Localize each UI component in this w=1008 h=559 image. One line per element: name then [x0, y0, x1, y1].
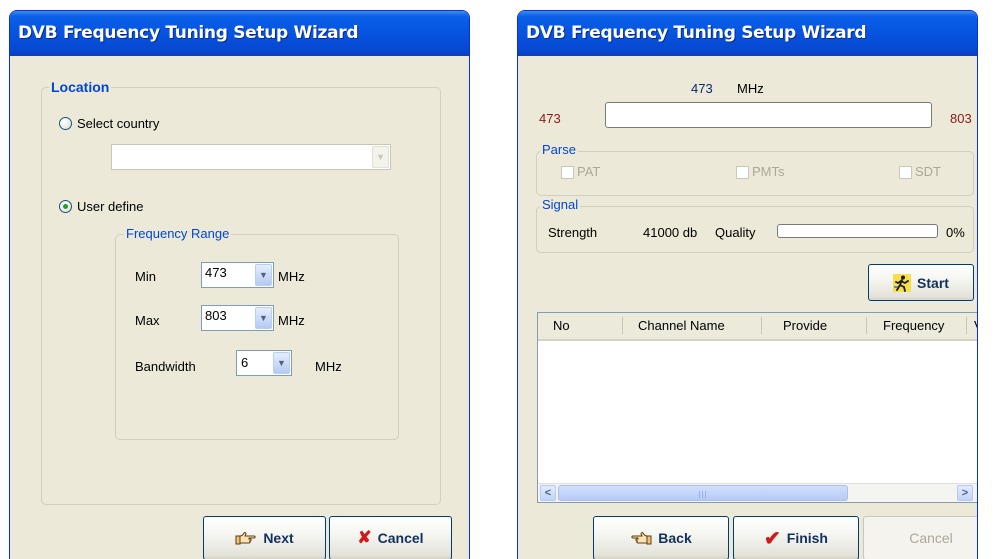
- next-label: Next: [263, 530, 294, 546]
- window-title: DVB Frequency Tuning Setup Wizard: [526, 23, 867, 43]
- quality-label: Quality: [715, 225, 756, 240]
- current-frequency: 473: [691, 81, 713, 96]
- red-check-icon: ✔: [764, 527, 781, 550]
- chevron-down-icon[interactable]: ▼: [255, 307, 272, 329]
- strength-label: Strength: [548, 225, 598, 240]
- column-header-no[interactable]: No: [553, 318, 570, 333]
- column-header-v[interactable]: V: [974, 318, 977, 333]
- strength-value: 41000 db: [643, 225, 698, 240]
- bandwidth-unit: MHz: [315, 359, 342, 374]
- title-bar: DVB Frequency Tuning Setup Wizard: [518, 11, 977, 56]
- max-frequency-select[interactable]: 803 ▼: [201, 305, 274, 331]
- pmts-checkbox[interactable]: [736, 166, 749, 179]
- cancel-label: Cancel: [909, 530, 953, 546]
- select-country-radio[interactable]: [59, 117, 72, 130]
- cancel-button[interactable]: ✘ Cancel: [329, 516, 452, 559]
- range-max-label: 803: [950, 111, 972, 126]
- start-button[interactable]: Start: [868, 264, 974, 301]
- quality-bar: [777, 224, 938, 238]
- next-button[interactable]: Next: [203, 516, 326, 559]
- max-label: Max: [135, 313, 160, 328]
- frequency-range-legend: Frequency Range: [124, 226, 232, 241]
- column-header-frequency[interactable]: Frequency: [883, 318, 944, 333]
- chevron-down-icon[interactable]: ▼: [273, 352, 290, 374]
- setup-wizard-window-scan: DVB Frequency Tuning Setup Wizard 473 MH…: [517, 10, 978, 559]
- pointing-hand-left-icon: [631, 532, 652, 545]
- finish-button[interactable]: ✔ Finish: [733, 516, 859, 559]
- sdt-checkbox[interactable]: [899, 166, 912, 179]
- min-label: Min: [135, 269, 156, 284]
- title-bar: DVB Frequency Tuning Setup Wizard: [10, 11, 469, 56]
- cancel-label: Cancel: [377, 530, 424, 546]
- red-x-icon: ✘: [357, 528, 372, 547]
- pat-label: PAT: [577, 164, 601, 179]
- channel-list-header: No Channel Name Provide Frequency V: [538, 313, 977, 341]
- start-label: Start: [917, 274, 949, 291]
- back-button[interactable]: Back: [593, 516, 729, 559]
- scroll-thumb[interactable]: |||: [558, 485, 848, 501]
- select-country-label[interactable]: Select country: [77, 116, 159, 131]
- sdt-label: SDT: [915, 164, 941, 179]
- min-unit: MHz: [278, 269, 305, 284]
- country-select[interactable]: ▼: [111, 144, 391, 170]
- cancel-button-disabled[interactable]: Cancel: [863, 516, 977, 559]
- range-min-label: 473: [539, 111, 561, 126]
- pmts-label: PMTs: [752, 164, 785, 179]
- bandwidth-select[interactable]: 6 ▼: [236, 350, 292, 376]
- column-header-channel-name[interactable]: Channel Name: [638, 318, 725, 333]
- pointing-hand-icon: [235, 532, 256, 545]
- current-frequency-unit: MHz: [737, 81, 764, 96]
- back-label: Back: [658, 530, 692, 546]
- horizontal-scrollbar[interactable]: < ||| >: [538, 483, 977, 502]
- signal-legend: Signal: [540, 197, 581, 212]
- finish-label: Finish: [786, 530, 828, 546]
- channel-list[interactable]: No Channel Name Provide Frequency V < ||…: [537, 312, 977, 503]
- user-define-radio[interactable]: [59, 200, 72, 213]
- max-unit: MHz: [278, 313, 305, 328]
- scroll-left-icon[interactable]: <: [540, 485, 556, 501]
- min-frequency-select[interactable]: 473 ▼: [201, 262, 274, 288]
- running-man-icon: [893, 273, 912, 292]
- bandwidth-label: Bandwidth: [135, 359, 196, 374]
- user-define-label[interactable]: User define: [77, 199, 143, 214]
- quality-percent: 0%: [946, 225, 965, 240]
- parse-legend: Parse: [540, 142, 578, 157]
- chevron-down-icon[interactable]: ▼: [372, 146, 389, 168]
- chevron-down-icon[interactable]: ▼: [255, 264, 272, 286]
- window-title: DVB Frequency Tuning Setup Wizard: [18, 23, 359, 43]
- column-header-provide[interactable]: Provide: [783, 318, 827, 333]
- location-legend: Location: [49, 79, 112, 95]
- pat-checkbox[interactable]: [561, 166, 574, 179]
- setup-wizard-window-location: DVB Frequency Tuning Setup Wizard Locati…: [9, 10, 470, 559]
- tuning-progress-bar: [605, 102, 932, 128]
- scroll-right-icon[interactable]: >: [957, 485, 973, 501]
